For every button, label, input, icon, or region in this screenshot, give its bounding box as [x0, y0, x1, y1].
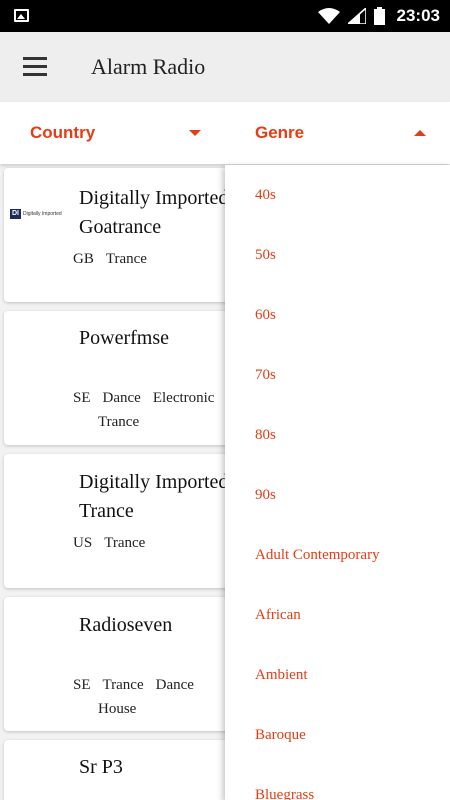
station-card[interactable]: Powerfmse SE Dance Electronic Trance	[4, 311, 254, 445]
genre-option[interactable]: Ambient	[255, 665, 308, 685]
station-name: Radioseven	[79, 614, 173, 636]
genre-option[interactable]: Adult Contemporary	[255, 545, 380, 565]
station-card[interactable]: Digitally Imported Trance US Trance	[4, 454, 254, 588]
app-bar: Alarm Radio	[0, 32, 450, 102]
genre-option[interactable]: 70s	[255, 365, 276, 385]
genre-option[interactable]: 60s	[255, 305, 276, 325]
dropdown-arrow-up-icon	[414, 130, 426, 136]
image-icon	[14, 9, 29, 22]
genre-option[interactable]: 40s	[255, 185, 276, 205]
station-card[interactable]: Sr P3	[4, 740, 254, 800]
station-name: Powerfmse	[79, 327, 169, 349]
genre-filter-label: Genre	[255, 123, 305, 142]
genre-option[interactable]: Bluegrass	[255, 785, 314, 800]
signal-icon	[347, 8, 366, 24]
status-bar: 23:03	[0, 0, 450, 32]
battery-icon	[373, 7, 385, 25]
genre-option[interactable]: African	[255, 605, 301, 625]
station-tags: US Trance	[73, 535, 146, 551]
wifi-icon	[317, 8, 340, 24]
station-tags: SE Trance Dance House	[73, 677, 194, 717]
station-name: Sr P3	[79, 756, 123, 778]
status-time: 23:03	[396, 6, 440, 25]
genre-option[interactable]: 50s	[255, 245, 276, 265]
station-card[interactable]: Radioseven SE Trance Dance House	[4, 597, 254, 731]
app-title: Alarm Radio	[91, 54, 206, 79]
filter-bar: Country Genre	[0, 102, 450, 164]
dropdown-arrow-down-icon	[189, 130, 201, 136]
genre-option[interactable]: 90s	[255, 485, 276, 505]
station-tags: GB Trance	[73, 251, 147, 267]
country-filter-label: Country	[30, 123, 96, 142]
genre-filter[interactable]: Genre	[255, 102, 430, 164]
station-card[interactable]: DI Digitally Imported Digitally Imported…	[4, 168, 254, 302]
genre-option[interactable]: 80s	[255, 425, 276, 445]
station-tags: SE Dance Electronic Trance	[73, 390, 215, 430]
station-name: Digitally Imported Goatrance	[79, 187, 229, 238]
genre-option[interactable]: Baroque	[255, 725, 306, 745]
station-logo: DI Digitally Imported	[10, 209, 62, 219]
country-filter[interactable]: Country	[30, 102, 205, 164]
hamburger-menu-icon[interactable]	[23, 57, 47, 77]
genre-dropdown-menu: 40s 50s 60s 70s 80s 90s Adult Contempora…	[225, 165, 450, 800]
station-name: Digitally Imported Trance	[79, 471, 229, 522]
